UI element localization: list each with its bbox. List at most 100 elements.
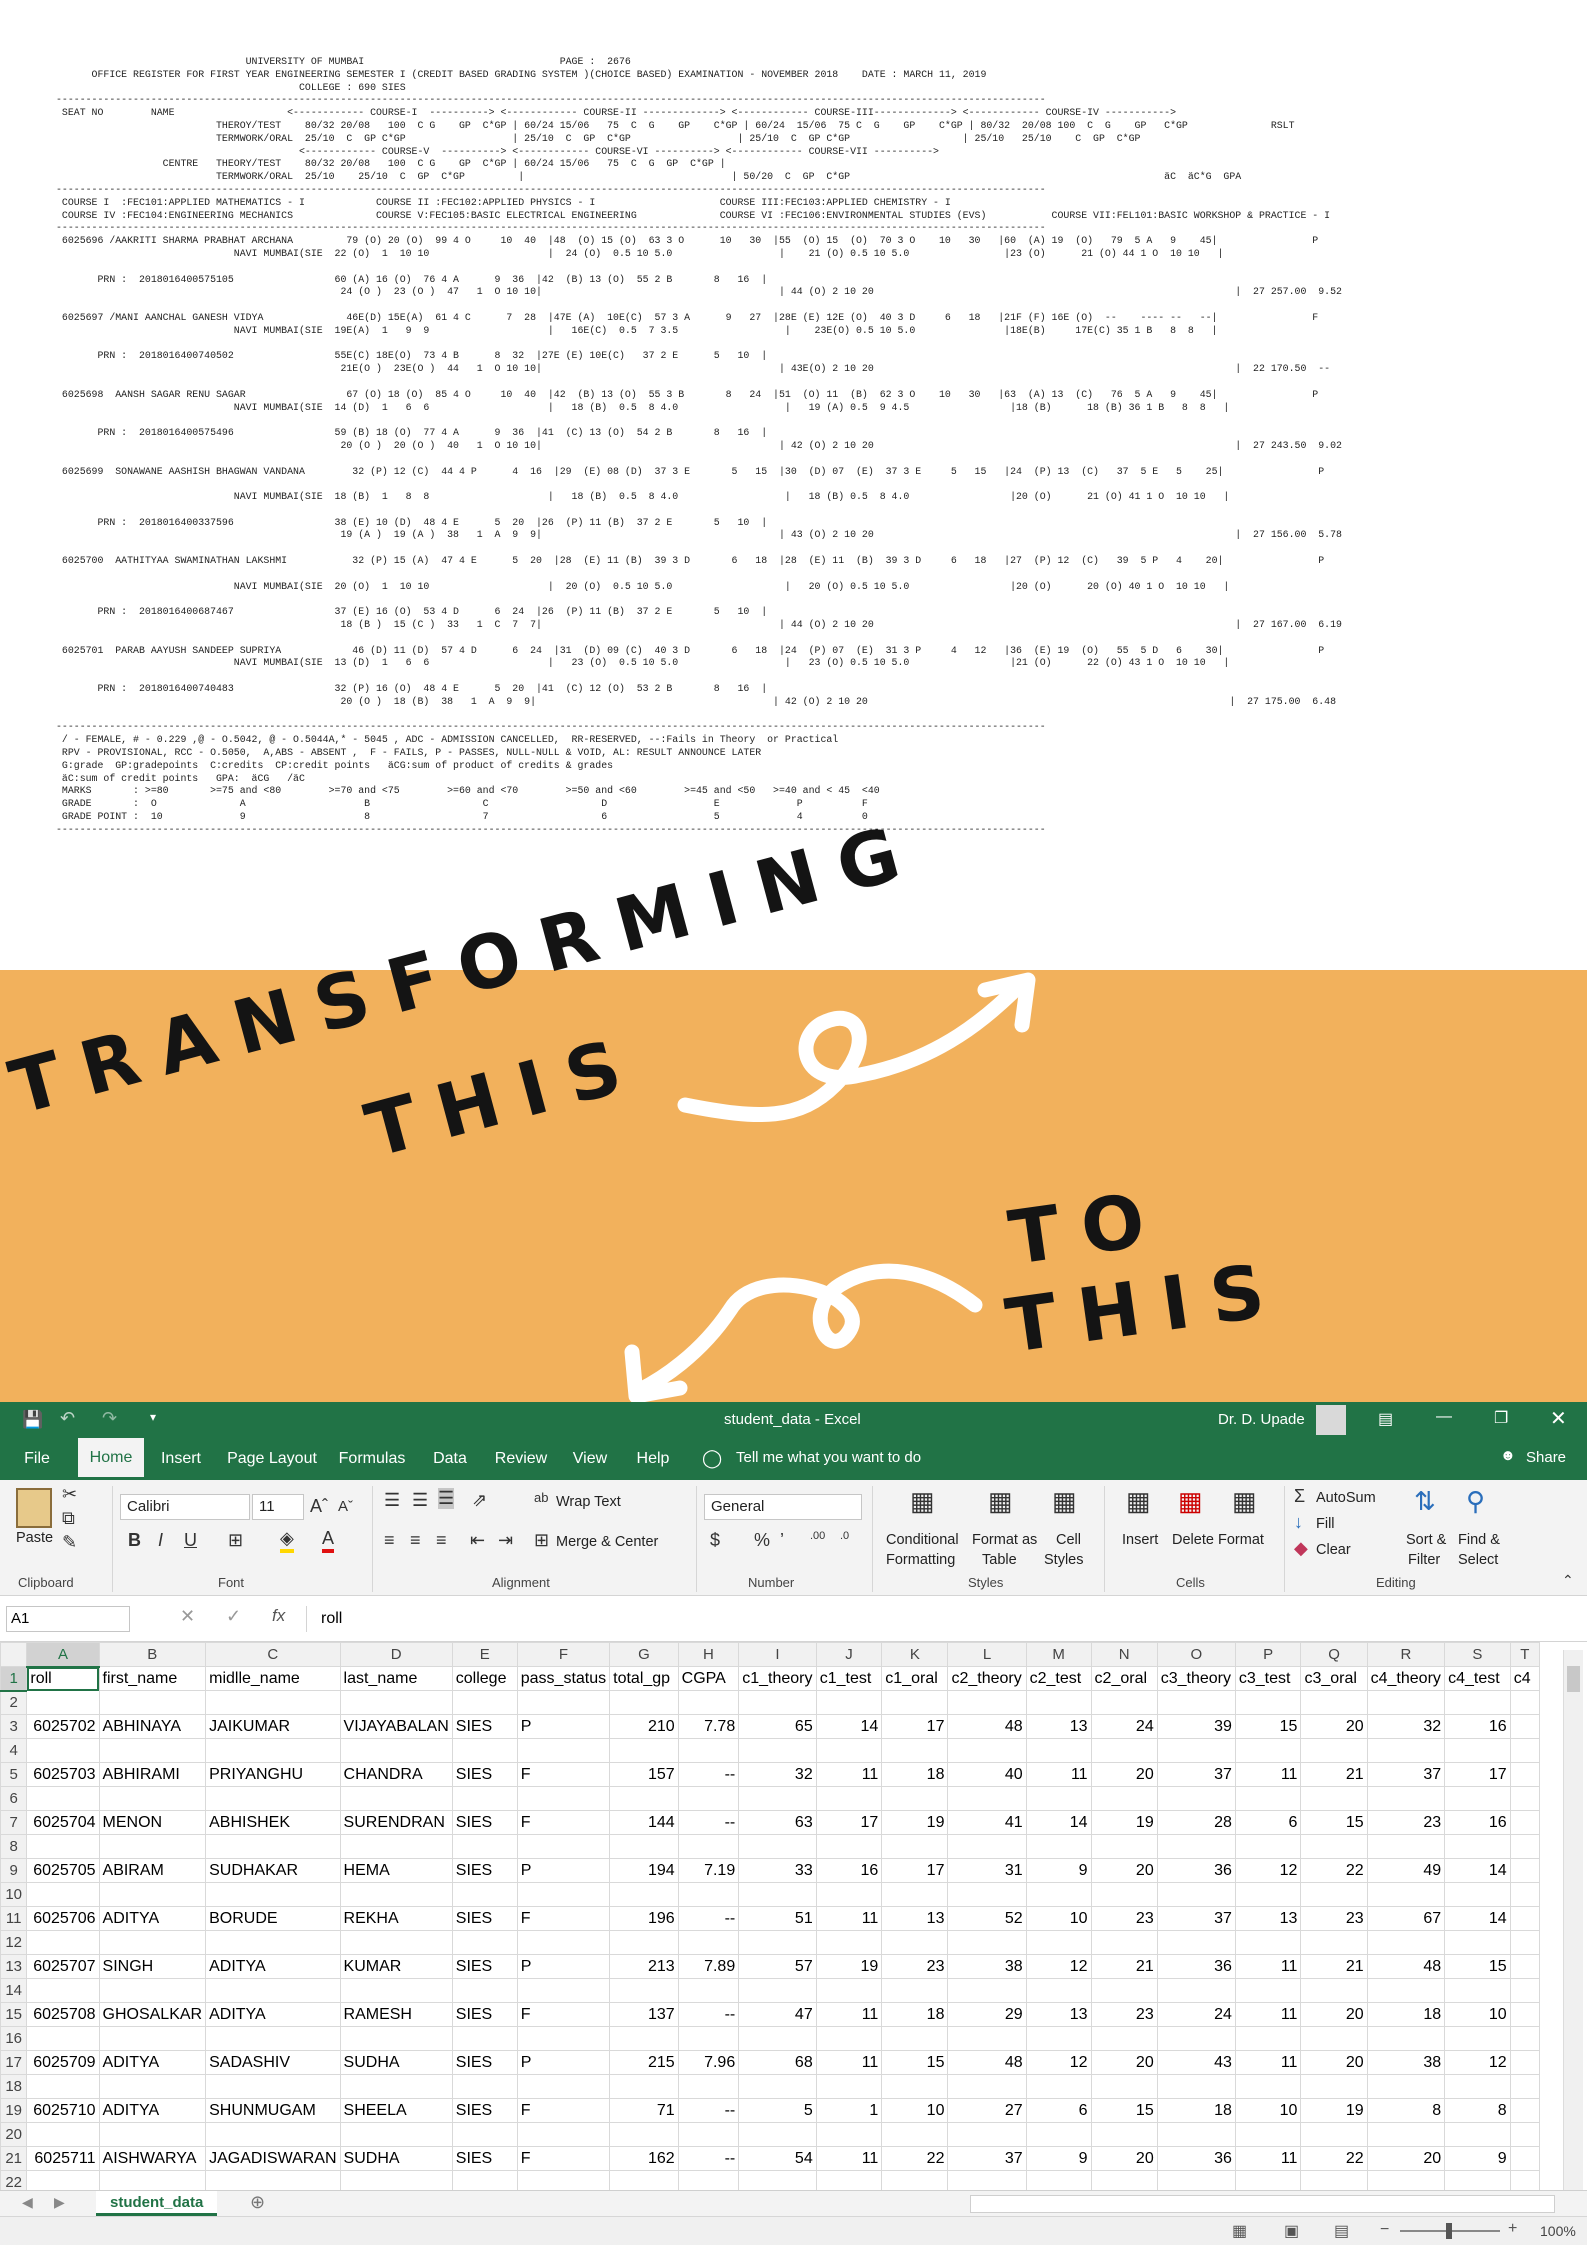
cell[interactable]: 23: [881, 1954, 949, 1979]
cell[interactable]: 7.78: [677, 1714, 740, 1739]
font-family-select[interactable]: Calibri: [120, 1494, 250, 1520]
cell[interactable]: [1509, 1834, 1540, 1859]
column-header[interactable]: S: [1444, 1642, 1511, 1667]
cell[interactable]: [1234, 2122, 1302, 2147]
column-header[interactable]: M: [1025, 1642, 1092, 1667]
cell[interactable]: [1509, 1690, 1540, 1715]
cell[interactable]: [451, 1978, 518, 2003]
cell[interactable]: [609, 1978, 679, 2003]
sheet-tab-student-data[interactable]: student_data: [96, 2191, 218, 2216]
cell[interactable]: [1366, 1834, 1446, 1859]
cell[interactable]: c3_oral: [1300, 1666, 1368, 1691]
cell[interactable]: [881, 1690, 949, 1715]
borders-icon[interactable]: ⊞: [228, 1530, 243, 1551]
cell[interactable]: [1300, 2074, 1368, 2099]
cell[interactable]: [516, 2074, 611, 2099]
cell[interactable]: [339, 2074, 453, 2099]
cell[interactable]: 14: [1025, 1810, 1092, 1835]
cell[interactable]: 8: [1366, 2098, 1446, 2123]
cell[interactable]: P: [516, 1954, 611, 1979]
column-header[interactable]: O: [1156, 1642, 1236, 1667]
cell[interactable]: first_name: [98, 1666, 207, 1691]
cell[interactable]: college: [451, 1666, 518, 1691]
cell[interactable]: [1234, 1882, 1302, 1907]
cell[interactable]: 213: [609, 1954, 679, 1979]
cell[interactable]: [1025, 1738, 1092, 1763]
cell[interactable]: [1366, 1786, 1446, 1811]
cell[interactable]: 13: [881, 1906, 949, 1931]
format-painter-icon[interactable]: ✎: [62, 1532, 77, 1553]
align-left-icon[interactable]: ≡: [384, 1530, 395, 1551]
column-header[interactable]: C: [205, 1642, 341, 1667]
cell[interactable]: [516, 1978, 611, 2003]
cell[interactable]: 16: [1444, 1714, 1511, 1739]
cell[interactable]: GHOSALKAR: [98, 2002, 207, 2027]
cell[interactable]: [26, 1834, 100, 1859]
cell[interactable]: [1300, 1882, 1368, 1907]
minimize-icon[interactable]: —: [1436, 1408, 1452, 1426]
row-header[interactable]: 17: [0, 2050, 28, 2075]
cell[interactable]: 28: [1156, 1810, 1236, 1835]
cell[interactable]: [1090, 2074, 1158, 2099]
cell[interactable]: [98, 1786, 207, 1811]
cell[interactable]: 6: [1234, 1810, 1302, 1835]
cell[interactable]: 51: [738, 1906, 817, 1931]
cell[interactable]: [1300, 1690, 1368, 1715]
cell[interactable]: ADITYA: [98, 1906, 207, 1931]
cell[interactable]: 6025708: [26, 2002, 100, 2027]
cell[interactable]: 6025705: [26, 1858, 100, 1883]
cell[interactable]: [1025, 2026, 1092, 2051]
cell[interactable]: [677, 1690, 740, 1715]
cell[interactable]: 10: [1025, 1906, 1092, 1931]
cell[interactable]: [1444, 1738, 1511, 1763]
avatar[interactable]: [1316, 1405, 1346, 1435]
cell[interactable]: [339, 1690, 453, 1715]
column-header[interactable]: N: [1090, 1642, 1158, 1667]
bold-button[interactable]: B: [128, 1530, 141, 1551]
cell[interactable]: 54: [738, 2146, 817, 2171]
cell[interactable]: [516, 1690, 611, 1715]
cell[interactable]: 20: [1090, 2146, 1158, 2171]
cell[interactable]: 41: [947, 1810, 1027, 1835]
cell[interactable]: [1509, 1882, 1540, 1907]
cell[interactable]: [98, 1882, 207, 1907]
row-header[interactable]: 11: [0, 1906, 28, 1931]
format-as-table-button[interactable]: Format as: [972, 1532, 1037, 1548]
cell[interactable]: [881, 1978, 949, 2003]
column-header[interactable]: R: [1366, 1642, 1446, 1667]
undo-icon[interactable]: ↶: [60, 1408, 75, 1429]
name-box[interactable]: A1: [6, 1606, 130, 1632]
cell[interactable]: 43: [1156, 2050, 1236, 2075]
cell-styles-button[interactable]: Cell: [1056, 1532, 1081, 1548]
cell[interactable]: [1090, 1738, 1158, 1763]
cell[interactable]: 14: [1444, 1906, 1511, 1931]
cell[interactable]: 215: [609, 2050, 679, 2075]
column-header[interactable]: B: [98, 1642, 207, 1667]
cell[interactable]: 71: [609, 2098, 679, 2123]
cell[interactable]: KUMAR: [339, 1954, 453, 1979]
column-header[interactable]: H: [677, 1642, 740, 1667]
cell[interactable]: 1: [815, 2098, 883, 2123]
paste-icon[interactable]: [16, 1488, 52, 1528]
cell[interactable]: [609, 1738, 679, 1763]
cell[interactable]: 18: [1366, 2002, 1446, 2027]
cell[interactable]: midlle_name: [205, 1666, 341, 1691]
format-cells-button[interactable]: Format: [1218, 1532, 1264, 1548]
cell[interactable]: c3_theory: [1156, 1666, 1236, 1691]
cell[interactable]: [609, 2122, 679, 2147]
cell[interactable]: [677, 2074, 740, 2099]
align-right-icon[interactable]: ≡: [436, 1530, 447, 1551]
column-header[interactable]: J: [815, 1642, 883, 1667]
tab-help[interactable]: Help: [628, 1438, 678, 1480]
cell[interactable]: 11: [815, 2146, 883, 2171]
cell[interactable]: [26, 2122, 100, 2147]
cell[interactable]: [339, 1738, 453, 1763]
cell[interactable]: [1156, 1978, 1236, 2003]
row-header[interactable]: 4: [0, 1738, 28, 1763]
column-header[interactable]: T: [1509, 1642, 1540, 1667]
cell[interactable]: JAIKUMAR: [205, 1714, 341, 1739]
wrap-text-button[interactable]: Wrap Text: [556, 1494, 621, 1510]
copy-icon[interactable]: ⧉: [62, 1508, 75, 1529]
cell[interactable]: ABHISHEK: [205, 1810, 341, 1835]
cell[interactable]: 29: [947, 2002, 1027, 2027]
